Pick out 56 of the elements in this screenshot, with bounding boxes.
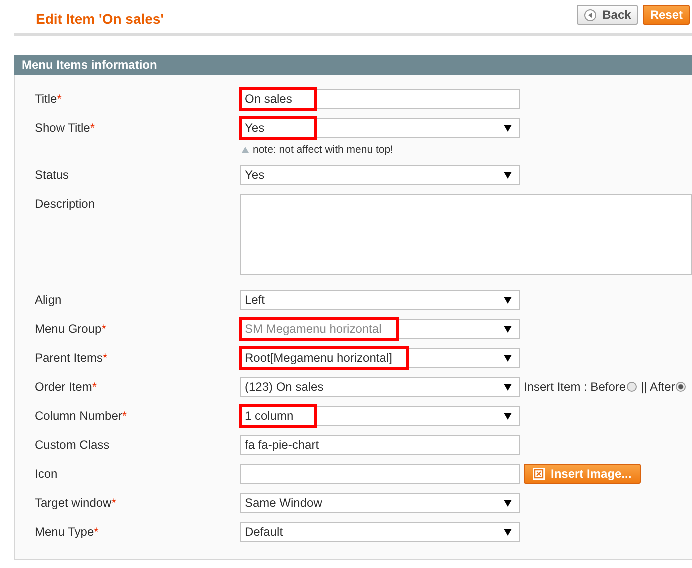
section-title: Menu Items information (22, 58, 158, 72)
radio-button[interactable] (676, 382, 686, 392)
field-label: Description (35, 197, 96, 211)
text-field[interactable] (240, 464, 520, 484)
text-field[interactable]: On sales (240, 89, 520, 109)
select-field[interactable]: Yes (240, 118, 520, 138)
description-field[interactable] (240, 194, 692, 275)
select-field[interactable]: (123) On sales (240, 377, 520, 397)
field-label: Custom Class (35, 438, 110, 452)
field-value: (123) On sales (245, 380, 324, 394)
caret-icon (504, 296, 512, 304)
select-field[interactable]: Root[Megamenu horizontal] (240, 348, 520, 368)
field-label: Title* (35, 92, 62, 106)
caret-icon (504, 326, 512, 332)
select-field[interactable]: Yes (240, 165, 520, 185)
field-value: Default (245, 525, 284, 539)
caret-icon (504, 412, 512, 420)
highlighted-value: On sales (239, 87, 317, 111)
field-label: Column Number* (35, 409, 128, 423)
caret-icon (504, 172, 512, 178)
field-label: Status (35, 168, 70, 182)
triangle-icon (242, 147, 249, 153)
text-field[interactable]: fa fa-pie-chart (240, 435, 520, 455)
field-value: Left (245, 293, 266, 307)
field-value: fa fa-pie-chart (245, 438, 320, 452)
insert-label: || After (641, 380, 676, 394)
field-value: Yes (245, 168, 265, 182)
highlighted-value: Root[Megamenu horizontal] (239, 346, 410, 370)
caret-icon (504, 354, 512, 362)
field-label: Icon (35, 467, 58, 481)
select-field[interactable]: Left (240, 290, 520, 310)
select-field[interactable]: 1 column (240, 406, 520, 426)
field-label: Align (35, 293, 62, 307)
field-label: Menu Group* (35, 322, 106, 336)
image-icon (533, 468, 545, 480)
highlighted-value: Yes (239, 116, 317, 140)
back-button[interactable]: Back (576, 5, 638, 25)
page-title: Edit Item 'On sales' (36, 10, 164, 27)
insert-label: Insert Item : Before (524, 380, 626, 394)
field-label: Show Title* (35, 121, 96, 135)
field-label: Target window* (35, 496, 116, 510)
field-note: note: not affect with menu top! (253, 144, 394, 156)
field-label: Order Item* (35, 380, 98, 394)
field-label: Parent Items* (35, 351, 108, 365)
select-field[interactable]: Default (240, 522, 520, 542)
highlighted-value: SM Megamenu horizontal (239, 317, 399, 341)
select-field[interactable]: Same Window (240, 493, 520, 513)
highlighted-value: 1 column (239, 404, 317, 428)
radio-button[interactable] (627, 382, 638, 392)
caret-icon (504, 124, 512, 132)
caret-icon (504, 384, 512, 390)
caret-icon (504, 500, 512, 506)
caret-icon (504, 528, 512, 536)
back-icon (584, 8, 597, 22)
field-label: Menu Type* (35, 525, 99, 539)
field-value: Same Window (245, 496, 322, 510)
